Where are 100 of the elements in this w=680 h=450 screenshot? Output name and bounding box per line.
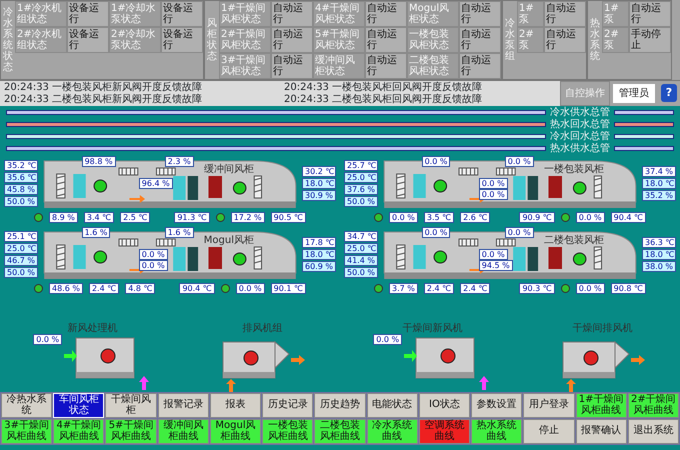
- nav-button[interactable]: 冷热水系统: [1, 393, 52, 418]
- reading-value: 35.2 ℃: [4, 160, 38, 170]
- reading-value: 0.0 %: [504, 227, 534, 238]
- reading-value: 90.4 ℃: [610, 212, 646, 223]
- unit-name: 排风机组: [242, 323, 283, 334]
- nav-button[interactable]: 历史趋势: [314, 393, 366, 418]
- reading-value: 35.6 ℃: [4, 172, 38, 182]
- group-label: 热水系统: [590, 18, 600, 62]
- nav-button[interactable]: 干燥间风柜: [105, 393, 157, 418]
- nav-button[interactable]: 5#干燥间风柜曲线: [105, 419, 157, 444]
- nav-button[interactable]: 4#干燥间风柜曲线: [53, 419, 104, 444]
- status-name: 一楼包装风柜状态: [407, 27, 459, 53]
- status-name: 3#干燥间风柜状态: [219, 53, 271, 79]
- reading-value: 0.0 %: [422, 156, 450, 167]
- reading-value: 37.4 %: [642, 166, 676, 176]
- status-name: 1#冷却水泵状态: [109, 1, 161, 27]
- status-value: 设备运行: [161, 27, 203, 53]
- reading-value: 0.0 %: [478, 249, 508, 260]
- nav-button[interactable]: 电能状态: [366, 393, 418, 418]
- nav-button[interactable]: 车间风柜状态: [53, 393, 104, 418]
- unit-name: 干燥间新风机: [402, 323, 463, 334]
- nav-button[interactable]: 1#干燥间风柜曲线: [576, 393, 627, 418]
- reading-value: 18.0 ℃: [642, 178, 676, 188]
- reading-value: 18.0 ℃: [302, 248, 336, 260]
- reading-value: 90.3 ℃: [519, 283, 555, 294]
- pipe-label: 热水供水总管: [550, 142, 610, 154]
- reading-value: 17.2 %: [230, 212, 265, 223]
- help-icon[interactable]: ?: [661, 84, 677, 102]
- group-label: 冷水系统状态: [3, 7, 13, 73]
- status-name: 2#干燥间风柜状态: [219, 27, 271, 53]
- nav-button[interactable]: 停止: [523, 419, 575, 444]
- nav-button[interactable]: 报警确认: [576, 419, 627, 444]
- nav-button[interactable]: 参数设置: [471, 393, 522, 418]
- nav-button[interactable]: 一楼包装风柜曲线: [262, 419, 314, 444]
- reading-value: 25.0 ℃: [344, 242, 378, 254]
- nav-button[interactable]: IO状态: [418, 393, 470, 418]
- status-value: 设备运行: [161, 1, 203, 27]
- air-handler-name: 二楼包装风柜: [544, 235, 604, 246]
- reading-value: 96.4 %: [138, 178, 173, 189]
- reading-value: 46.7 %: [4, 254, 38, 266]
- status-value: 自动运行: [544, 1, 586, 27]
- reading-value: 3.5 ℃: [424, 212, 454, 223]
- nav-button[interactable]: 退出系统: [628, 419, 679, 444]
- reading-value: 0.0 %: [33, 334, 62, 345]
- status-name: 1#干燥间风柜状态: [219, 1, 271, 27]
- nav-button[interactable]: 3#干燥间风柜曲线: [1, 419, 52, 444]
- reading-value: 3.4 ℃: [84, 212, 114, 223]
- reading-value: 37.6 %: [344, 184, 378, 194]
- reading-value: 2.4 ℃: [88, 283, 120, 294]
- alarm-entry: 20:24:33 二楼包装风柜回风阀开度反馈故障: [284, 94, 484, 105]
- nav-button[interactable]: 二楼包装风柜曲线: [314, 419, 366, 444]
- reading-value: 2.3 %: [164, 156, 194, 167]
- reading-value: 0.0 %: [422, 227, 450, 238]
- reading-value: 8.9 %: [49, 212, 78, 223]
- status-value: 自动运行: [365, 27, 407, 53]
- nav-button[interactable]: 空调系统曲线: [418, 419, 470, 444]
- nav-button[interactable]: 冷水系统曲线: [366, 419, 418, 444]
- nav-button[interactable]: 历史记录: [262, 393, 314, 418]
- alarm-entry: 20:24:33 一楼包装风柜新风阀开度反馈故障: [4, 82, 204, 94]
- reading-value: 50.0 %: [4, 266, 38, 278]
- reading-value: 2.6 ℃: [460, 212, 490, 223]
- status-value: 自动运行: [365, 53, 407, 79]
- reading-value: 48.6 %: [49, 283, 83, 294]
- nav-button[interactable]: 热水系统曲线: [471, 419, 522, 444]
- reading-value: 25.0 ℃: [4, 242, 38, 254]
- user-field[interactable]: 管理员: [613, 84, 655, 103]
- nav-button[interactable]: 报表: [210, 393, 262, 418]
- reading-value: 0.0 %: [373, 334, 402, 345]
- reading-value: 0.0 %: [478, 189, 508, 200]
- group-label: 冷水泵组: [505, 18, 515, 62]
- status-name: 2#泵: [602, 27, 629, 53]
- status-name: 2#冷却水泵状态: [109, 27, 161, 53]
- nav-button[interactable]: 用户登录: [523, 393, 575, 418]
- nav-button[interactable]: 缓冲间风柜曲线: [158, 419, 209, 444]
- reading-value: 25.0 ℃: [344, 172, 378, 182]
- status-value: 设备运行: [67, 27, 109, 53]
- reading-value: 17.8 ℃: [302, 236, 336, 248]
- reading-value: 18.0 ℃: [302, 178, 336, 188]
- nav-button[interactable]: 2#干燥间风柜曲线: [628, 393, 679, 418]
- reading-value: 0.0 %: [138, 249, 168, 260]
- nav-button[interactable]: Mogul风柜曲线: [210, 419, 262, 444]
- status-value: 手动停止: [629, 27, 671, 53]
- pipe-label: 冷水回水总管: [550, 130, 610, 142]
- status-value: 设备运行: [67, 1, 109, 27]
- status-value: 自动运行: [544, 27, 586, 53]
- status-value: 自动运行: [271, 1, 313, 27]
- pipe-label: 冷水供水总管: [550, 106, 610, 118]
- status-value: 自动运行: [271, 27, 313, 53]
- status-value: 自动运行: [629, 1, 671, 27]
- status-value: 自动运行: [271, 53, 313, 79]
- nav-button[interactable]: 报警记录: [158, 393, 209, 418]
- alarm-entry: 20:24:33 一楼包装风柜回风阀开度反馈故障: [284, 82, 484, 94]
- pipe-label: 热水回水总管: [550, 118, 610, 130]
- status-name: 2#冷水机组状态: [15, 27, 67, 53]
- unit-name: 干燥间排风机: [572, 323, 633, 334]
- status-name: 1#泵: [517, 1, 544, 27]
- reading-value: 50.0 %: [4, 196, 38, 206]
- air-handler-name: Mogul风柜: [204, 235, 254, 246]
- status-name: 4#干燥间风柜状态: [313, 1, 365, 27]
- air-handler-name: 一楼包装风柜: [544, 164, 604, 175]
